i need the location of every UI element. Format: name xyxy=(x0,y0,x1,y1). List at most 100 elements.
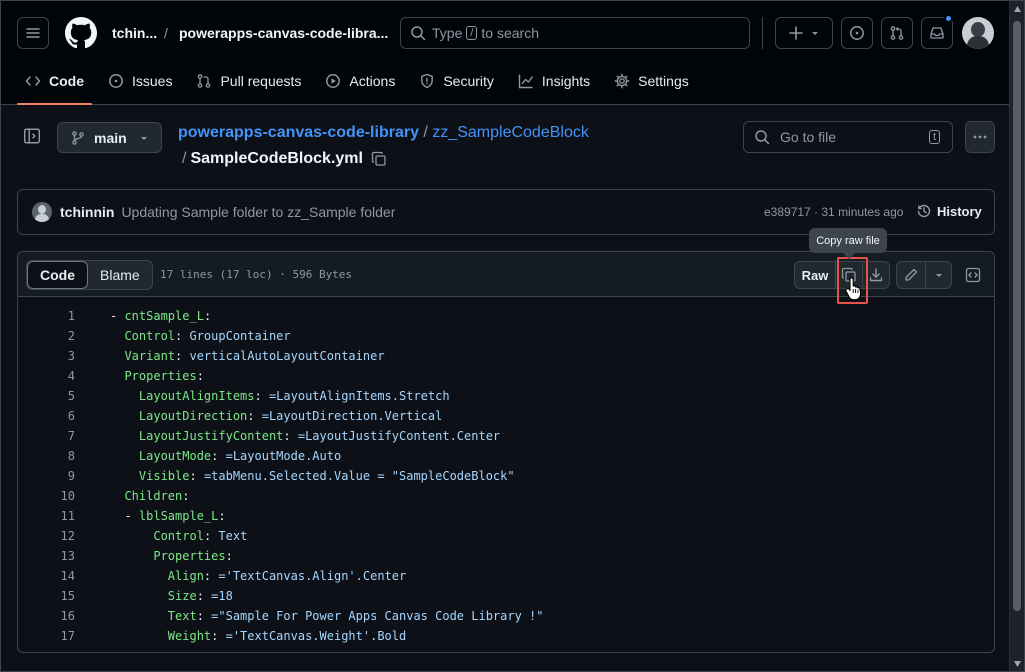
line-number[interactable]: 3 xyxy=(18,349,75,363)
line-number[interactable]: 5 xyxy=(18,389,75,403)
commit-meta[interactable]: e389717 · 31 minutes ago xyxy=(764,205,903,219)
yaml-key: Control xyxy=(124,329,176,343)
commit-message[interactable]: Updating Sample folder to zz_Sample fold… xyxy=(121,204,395,220)
history-button[interactable]: History xyxy=(916,203,982,219)
header-divider xyxy=(762,17,763,49)
pull-requests-shortcut-button[interactable] xyxy=(881,17,913,49)
blame-view-button[interactable]: Blame xyxy=(88,261,152,289)
search-input[interactable]: Type / to search xyxy=(400,17,750,49)
code-line: 14 Align: ='TextCanvas.Align'.Center xyxy=(18,566,994,586)
line-number[interactable]: 9 xyxy=(18,469,75,483)
more-options-button[interactable] xyxy=(965,121,995,153)
kebab-horizontal-icon xyxy=(973,135,987,139)
inbox-button[interactable] xyxy=(921,14,953,49)
line-content: - cntSample_L: xyxy=(110,309,212,323)
yaml-value: =18 xyxy=(211,589,233,603)
commit-author-avatar[interactable] xyxy=(32,202,52,222)
yaml-key: lblSample_L xyxy=(138,509,219,523)
code-view-button[interactable]: Code xyxy=(27,261,88,289)
branch-selector[interactable]: main xyxy=(57,122,162,153)
line-content: LayoutJustifyContent: =LayoutJustifyCont… xyxy=(138,429,501,443)
chevron-down-icon xyxy=(935,274,942,277)
breadcrumb-separator: / xyxy=(182,150,187,167)
line-number[interactable]: 1 xyxy=(18,309,75,323)
breadcrumb-repo-link[interactable]: powerapps-canvas-code-library xyxy=(178,124,419,141)
owner-link[interactable]: tchin... xyxy=(112,25,157,41)
page-scrollbar[interactable] xyxy=(1009,1,1024,671)
issues-shortcut-button[interactable] xyxy=(841,17,873,49)
tab-label: Actions xyxy=(349,73,396,89)
hamburger-icon xyxy=(26,28,40,38)
symbols-panel-button[interactable] xyxy=(959,261,987,289)
tab-actions[interactable]: Actions xyxy=(317,63,403,99)
raw-button[interactable]: Raw xyxy=(794,261,836,289)
scroll-up-arrow-icon[interactable] xyxy=(1014,6,1021,12)
breadcrumb-file-row: / SampleCodeBlock.yml xyxy=(182,150,387,168)
tab-label: Settings xyxy=(638,73,689,89)
commit-author[interactable]: tchinnin xyxy=(60,204,114,220)
issue-icon xyxy=(109,74,123,88)
create-new-button[interactable] xyxy=(775,17,833,49)
toggle-sidebar-button[interactable] xyxy=(23,127,41,145)
yaml-key: LayoutAlignItems xyxy=(138,389,255,403)
git-branch-icon xyxy=(72,130,84,145)
tab-label: Security xyxy=(443,73,494,89)
code-listing[interactable]: 1 - cntSample_L: 2 Control: GroupContainer… xyxy=(18,306,994,646)
pull-request-icon xyxy=(198,74,211,88)
tab-label: Code xyxy=(49,73,84,89)
line-number[interactable]: 4 xyxy=(18,369,75,383)
line-number[interactable]: 15 xyxy=(18,589,75,603)
line-number[interactable]: 16 xyxy=(18,609,75,623)
line-number[interactable]: 13 xyxy=(18,549,75,563)
line-number[interactable]: 2 xyxy=(18,329,75,343)
scrollbar-thumb[interactable] xyxy=(1013,21,1021,611)
tab-settings[interactable]: Settings xyxy=(606,63,697,99)
line-number[interactable]: 12 xyxy=(18,529,75,543)
github-logo-icon[interactable] xyxy=(65,17,97,49)
line-content: Control: Text xyxy=(153,529,248,543)
go-to-file-input[interactable]: Go to file t xyxy=(743,121,953,153)
edit-file-button[interactable] xyxy=(896,261,926,289)
code-line: 15 Size: =18 xyxy=(18,586,994,606)
line-number[interactable]: 10 xyxy=(18,489,75,503)
code-line: 4 Properties: xyxy=(18,366,994,386)
file-name: SampleCodeBlock.yml xyxy=(190,150,363,167)
tab-security[interactable]: Security xyxy=(411,63,502,99)
edit-options-dropdown[interactable] xyxy=(925,261,952,289)
tab-issues[interactable]: Issues xyxy=(100,63,180,99)
go-to-file-shortcut-key: t xyxy=(928,130,940,144)
breadcrumb-folder-link[interactable]: zz_SampleCodeBlock xyxy=(432,124,589,141)
hamburger-menu-button[interactable] xyxy=(17,17,49,49)
line-number[interactable]: 8 xyxy=(18,449,75,463)
line-number[interactable]: 6 xyxy=(18,409,75,423)
copy-raw-file-tooltip: Copy raw file xyxy=(809,228,887,259)
tab-pull-requests[interactable]: Pull requests xyxy=(188,63,309,99)
tab-code[interactable]: Code xyxy=(17,63,92,105)
code-line: 5 LayoutAlignItems: =LayoutAlignItems.St… xyxy=(18,386,994,406)
code-line: 11 - lblSample_L: xyxy=(18,506,994,526)
tab-insights[interactable]: Insights xyxy=(510,63,598,99)
notification-dot xyxy=(944,14,953,23)
yaml-value: =LayoutMode.Auto xyxy=(225,449,342,463)
line-number[interactable]: 14 xyxy=(18,569,75,583)
line-content: Text: ="Sample For Power Apps Canvas Cod… xyxy=(167,609,544,623)
search-icon xyxy=(411,26,426,41)
search-placeholder-prefix: Type xyxy=(432,25,463,41)
line-content: Size: =18 xyxy=(167,589,233,603)
code-line: 17 Weight: ='TextCanvas.Weight'.Bold xyxy=(18,626,994,646)
breadcrumb: powerapps-canvas-code-library / zz_Sampl… xyxy=(178,124,589,142)
code-line: 3 Variant: verticalAutoLayoutContainer xyxy=(18,346,994,366)
yaml-key: Visible xyxy=(138,469,190,483)
repo-nav-tabs: Code Issues Pull requests Actions Securi… xyxy=(17,63,705,105)
repo-name-link[interactable]: powerapps-canvas-code-libra... xyxy=(179,25,388,41)
code-square-icon xyxy=(965,267,981,283)
copy-path-icon[interactable] xyxy=(371,151,387,167)
code-line: 9 Visible: =tabMenu.Selected.Value = "Sa… xyxy=(18,466,994,486)
user-avatar[interactable] xyxy=(962,17,994,49)
issue-opened-icon xyxy=(850,26,864,40)
line-number[interactable]: 17 xyxy=(18,629,75,643)
chevron-down-icon xyxy=(812,32,818,35)
line-number[interactable]: 11 xyxy=(18,509,75,523)
scroll-down-arrow-icon[interactable] xyxy=(1014,661,1021,667)
line-number[interactable]: 7 xyxy=(18,429,75,443)
